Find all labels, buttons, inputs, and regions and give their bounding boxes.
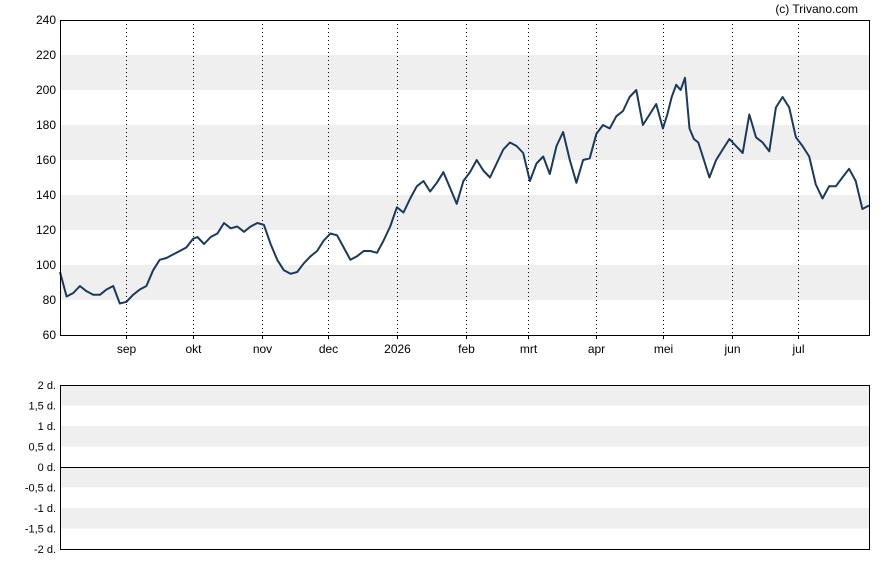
x-tick-label: apr: [588, 342, 605, 356]
price-chart: 60 80 100 120 140 160 180 200 220 240 sep okt nov de…: [25, 13, 870, 556]
y-tick-label: 1,5 d.: [28, 401, 56, 413]
x-tick-label: 2026: [384, 342, 411, 356]
y-tick-label: 100: [36, 258, 56, 272]
x-tick-label: jul: [791, 342, 804, 356]
x-tick-label: feb: [458, 342, 475, 356]
y-tick-label: 220: [36, 48, 56, 62]
y-tick-label: 240: [36, 13, 56, 27]
grid-band: [60, 55, 869, 90]
bottom-panel-bands: [60, 385, 869, 529]
grid-band: [60, 426, 869, 447]
y-tick-label: 80: [43, 293, 57, 307]
y-tick-label: -2 d.: [34, 544, 56, 556]
x-tick-label: mei: [654, 342, 673, 356]
bottom-panel-y-axis: 2 d. 1,5 d. 1 d. 0,5 d. 0 d. -0,5 d. -1 d. -1,5…: [25, 380, 56, 556]
x-tick-label: nov: [253, 342, 272, 356]
y-tick-label: 140: [36, 188, 56, 202]
x-tick-label: okt: [185, 342, 202, 356]
y-tick-label: 200: [36, 83, 56, 97]
grid-band: [60, 265, 869, 300]
x-tick-label: jun: [723, 342, 740, 356]
y-tick-label: -0,5 d.: [25, 483, 56, 495]
y-tick-label: 160: [36, 153, 56, 167]
top-panel-bands: [60, 55, 869, 300]
y-tick-label: 2 d.: [38, 380, 56, 392]
x-tick-label: dec: [319, 342, 338, 356]
grid-band: [60, 467, 869, 488]
top-panel-y-axis: 60 80 100 120 140 160 180 200 220 240: [36, 13, 56, 342]
grid-band: [60, 125, 869, 160]
grid-band: [60, 385, 869, 406]
x-tick-label: sep: [117, 342, 137, 356]
x-tick-label: mrt: [520, 342, 538, 356]
top-panel-x-axis: sep okt nov dec 2026 feb mrt apr mei jun jul: [117, 335, 805, 356]
grid-band: [60, 508, 869, 529]
y-tick-label: 120: [36, 223, 56, 237]
y-tick-label: 0,5 d.: [28, 442, 56, 454]
y-tick-label: 180: [36, 118, 56, 132]
y-tick-label: -1 d.: [34, 503, 56, 515]
y-tick-label: 0 d.: [38, 462, 56, 474]
grid-band: [60, 195, 869, 230]
y-tick-label: -1,5 d.: [25, 524, 56, 536]
y-tick-label: 60: [43, 328, 57, 342]
y-tick-label: 1 d.: [38, 421, 56, 433]
